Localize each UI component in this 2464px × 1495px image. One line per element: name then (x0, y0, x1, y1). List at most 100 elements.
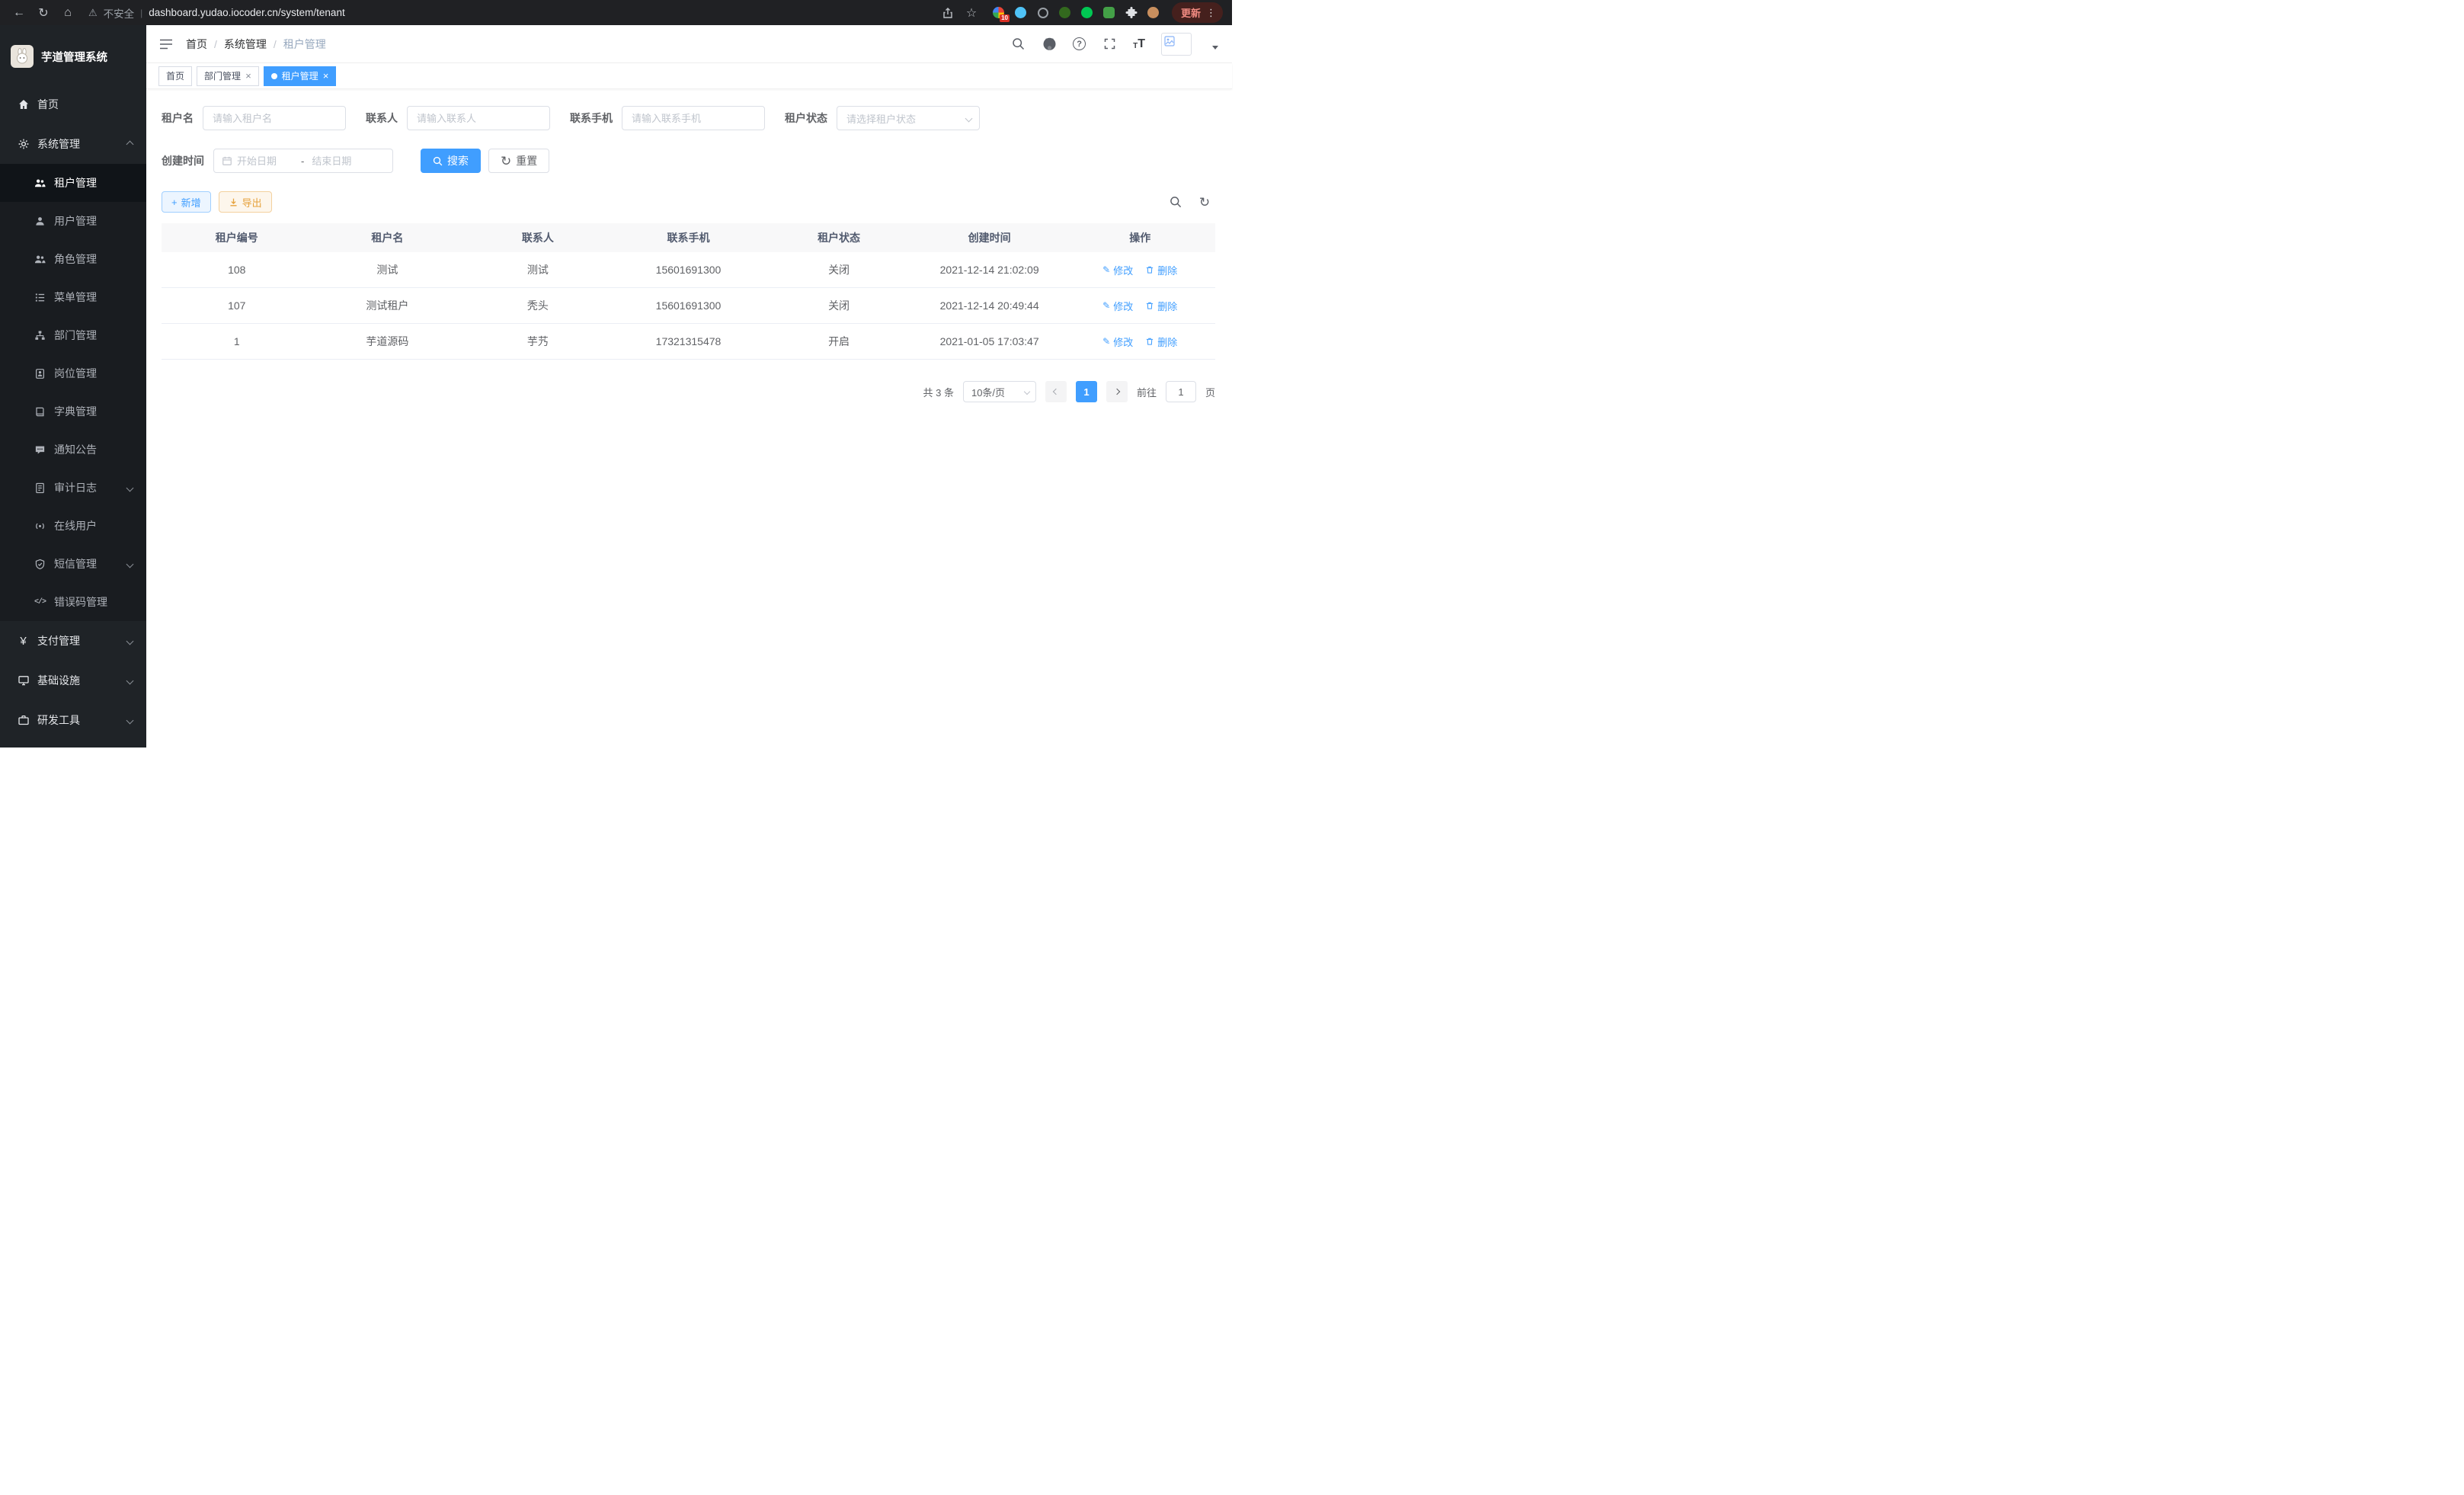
search-button[interactable]: 搜索 (421, 149, 481, 173)
github-icon[interactable] (1042, 37, 1057, 52)
cell-contact: 芋艿 (462, 334, 613, 349)
shield-icon (34, 558, 46, 571)
sidebar-item-user[interactable]: 用户管理 (0, 202, 146, 240)
user-avatar[interactable] (1161, 33, 1192, 56)
address-bar[interactable]: ⚠ 不安全 | dashboard.yudao.iocoder.cn/syste… (88, 3, 981, 23)
breadcrumb-separator: / (274, 38, 277, 50)
export-button[interactable]: 导出 (219, 191, 272, 213)
tenant-name-input[interactable] (203, 106, 346, 130)
page-size-value: 10条/页 (971, 385, 1025, 399)
column-header: 租户状态 (763, 230, 914, 245)
sidebar-item-system[interactable]: 系统管理 (0, 124, 146, 164)
page-number-current[interactable]: 1 (1076, 381, 1097, 402)
sidebar-item-post[interactable]: 岗位管理 (0, 354, 146, 392)
contact-input[interactable] (407, 106, 550, 130)
font-size-icon[interactable]: TT (1133, 38, 1145, 50)
breadcrumb-item[interactable]: 首页 (186, 37, 207, 52)
app-title: 芋道管理系统 (41, 49, 107, 65)
edit-icon: ✎ (1102, 337, 1110, 346)
prev-page-button[interactable] (1045, 381, 1067, 402)
back-icon[interactable]: ← (9, 3, 29, 23)
delete-button[interactable]: 删除 (1145, 335, 1177, 349)
table-row: 107 测试租户 秃头 15601691300 关闭 2021-12-14 20… (162, 288, 1215, 324)
extension-icon[interactable] (1102, 6, 1116, 20)
date-start-input[interactable] (237, 155, 293, 167)
cell-created: 2021-12-14 20:49:44 (914, 299, 1065, 312)
chevron-right-icon (1114, 389, 1120, 395)
trash-icon (1145, 337, 1154, 346)
home-icon[interactable]: ⌂ (58, 3, 78, 23)
sidebar-item-online-user[interactable]: 在线用户 (0, 507, 146, 545)
logo-avatar (11, 45, 34, 68)
sidebar-item-tenant[interactable]: 租户管理 (0, 164, 146, 202)
fullscreen-icon[interactable] (1102, 37, 1117, 52)
calendar-icon (222, 155, 232, 166)
hamburger-icon[interactable] (158, 37, 174, 52)
sidebar-item-audit-log[interactable]: 审计日志 (0, 469, 146, 507)
sidebar-item-home[interactable]: 首页 (0, 85, 146, 124)
sidebar-item-sms[interactable]: 短信管理 (0, 545, 146, 583)
sidebar-item-menu[interactable]: 菜单管理 (0, 278, 146, 316)
toggle-search-icon[interactable] (1168, 194, 1183, 210)
date-range-picker[interactable]: - (213, 149, 393, 173)
cell-status: 开启 (763, 334, 914, 349)
cell-tenant-name: 测试 (312, 262, 463, 277)
cell-mobile: 17321315478 (613, 335, 764, 347)
update-button[interactable]: 更新 ⋮ (1172, 2, 1223, 23)
delete-button[interactable]: 删除 (1145, 299, 1177, 313)
chevron-down-icon (126, 677, 134, 684)
close-icon[interactable]: × (245, 71, 251, 81)
sidebar-item-role[interactable]: 角色管理 (0, 240, 146, 278)
sidebar-item-infrastructure[interactable]: 基础设施 (0, 661, 146, 700)
sidebar-item-dict[interactable]: 字典管理 (0, 392, 146, 431)
sidebar-item-devtools[interactable]: 研发工具 (0, 700, 146, 740)
sidebar-item-notice[interactable]: 通知公告 (0, 431, 146, 469)
help-icon[interactable]: ? (1073, 37, 1086, 50)
date-end-input[interactable] (312, 155, 368, 167)
tab-dept[interactable]: 部门管理 × (197, 66, 259, 86)
sidebar-menu: 首页 系统管理 租户管理 用户管理 (0, 80, 146, 748)
tab-home[interactable]: 首页 (158, 66, 192, 86)
monitor-icon (17, 674, 30, 687)
extension-icon[interactable] (1014, 6, 1028, 20)
overflow-menu-icon[interactable]: ⋮ (1206, 7, 1216, 19)
page-size-select[interactable]: 10条/页 (963, 381, 1036, 402)
refresh-icon[interactable]: ↻ (1197, 194, 1212, 210)
logo: 芋道管理系统 (0, 25, 146, 80)
sidebar-item-payment[interactable]: ¥ 支付管理 (0, 621, 146, 661)
cell-tenant-id: 1 (162, 335, 312, 347)
goto-page-input[interactable] (1166, 381, 1196, 402)
extension-icon[interactable] (1058, 6, 1072, 20)
delete-button[interactable]: 删除 (1145, 263, 1177, 277)
bookmark-icon[interactable]: ☆ (962, 3, 981, 23)
mobile-input[interactable] (622, 106, 765, 130)
cell-mobile: 15601691300 (613, 264, 764, 276)
tenant-status-select[interactable]: 请选择租户状态 (837, 106, 980, 130)
sidebar-item-dept[interactable]: 部门管理 (0, 316, 146, 354)
extension-icon[interactable] (1080, 6, 1094, 20)
tab-tenant[interactable]: 租户管理 × (264, 66, 337, 86)
profile-avatar[interactable] (1147, 6, 1160, 20)
extension-icon[interactable]: 10 (992, 6, 1006, 20)
chevron-down-icon (126, 560, 134, 568)
chevron-down-icon (965, 114, 973, 122)
tab-label: 租户管理 (282, 69, 318, 82)
edit-button[interactable]: ✎修改 (1102, 335, 1133, 349)
edit-button[interactable]: ✎修改 (1102, 263, 1133, 277)
extensions-icon[interactable] (1125, 6, 1138, 20)
caret-down-icon[interactable] (1212, 46, 1218, 50)
reset-button[interactable]: ↻ 重置 (488, 149, 549, 173)
next-page-button[interactable] (1106, 381, 1128, 402)
close-icon[interactable]: × (323, 71, 329, 81)
share-icon[interactable] (940, 5, 955, 21)
column-header: 创建时间 (914, 230, 1065, 245)
search-icon[interactable] (1010, 37, 1026, 52)
add-button[interactable]: + 新增 (162, 191, 211, 213)
edit-button[interactable]: ✎修改 (1102, 299, 1133, 313)
reload-icon[interactable]: ↻ (34, 3, 53, 23)
sidebar-item-label: 基础设施 (37, 673, 80, 688)
reset-label: 重置 (516, 153, 537, 168)
extension-icon[interactable] (1036, 6, 1050, 20)
sidebar-item-error-code[interactable]: </> 错误码管理 (0, 583, 146, 621)
breadcrumb-item[interactable]: 系统管理 (224, 37, 267, 52)
